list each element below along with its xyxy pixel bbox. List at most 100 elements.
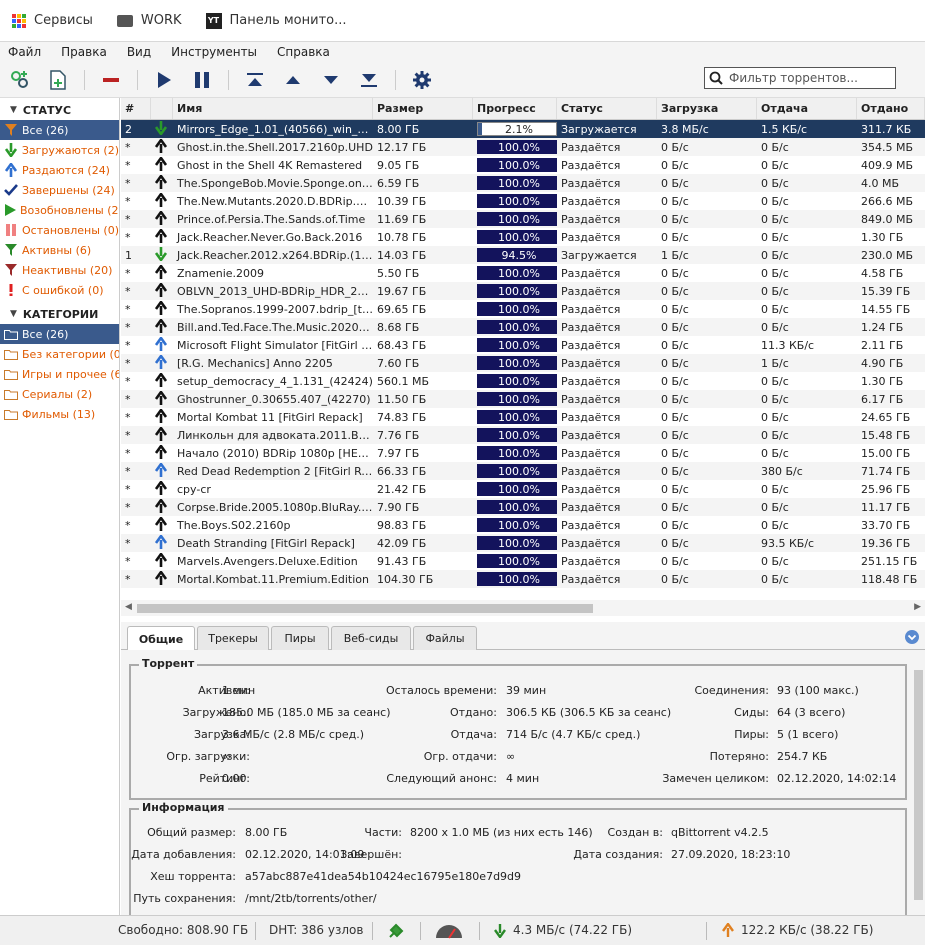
pause-button[interactable] <box>190 68 214 92</box>
detail-value[interactable]: 02.12.2020, 14:02:14 <box>777 772 896 785</box>
detail-value[interactable]: 93 (100 макс.) <box>777 684 859 697</box>
delete-torrent-button[interactable] <box>99 68 123 92</box>
detail-value[interactable]: 39 мин <box>506 684 546 697</box>
bookmark-work[interactable]: WORK <box>116 13 182 28</box>
status-filter-item[interactable]: Загружаются (2) <box>0 140 119 160</box>
table-row[interactable]: * Mortal.Kombat.11.Premium.Edition 104.3… <box>121 570 925 588</box>
table-row[interactable]: * Prince.of.Persia.The.Sands.of.Time 11.… <box>121 210 925 228</box>
filter-input[interactable] <box>729 71 889 85</box>
table-row[interactable]: * Ghost in the Shell 4K Remastered 9.05 … <box>121 156 925 174</box>
category-item[interactable]: Все (26) <box>0 324 119 344</box>
table-row[interactable]: * Линкольн для адвоката.2011.BDRip 7.76 … <box>121 426 925 444</box>
table-row[interactable]: * Corpse.Bride.2005.1080p.BluRay.x264 7.… <box>121 498 925 516</box>
table-row[interactable]: * Marvels.Avengers.Deluxe.Edition 91.43 … <box>121 552 925 570</box>
table-row[interactable]: * The.Sopranos.1999-2007.bdrip_[teko] 69… <box>121 300 925 318</box>
tab-files[interactable]: Файлы <box>413 626 477 650</box>
table-row[interactable]: * [R.G. Mechanics] Anno 2205 7.60 ГБ 100… <box>121 354 925 372</box>
detail-value[interactable]: 27.09.2020, 18:23:10 <box>671 848 790 861</box>
column-header-download[interactable]: Загрузка <box>657 98 757 119</box>
tab-webseeds[interactable]: Веб-сиды <box>331 626 411 650</box>
column-header-direction[interactable] <box>151 98 173 119</box>
details-vertical-scrollbar[interactable] <box>912 668 925 915</box>
detail-value[interactable]: 306.5 КБ (306.5 КБ за сеанс) <box>506 706 671 719</box>
category-item[interactable]: Без категории (0) <box>0 344 119 364</box>
table-row[interactable]: * Death Stranding [FitGirl Repack] 42.09… <box>121 534 925 552</box>
collapse-panel-icon[interactable] <box>905 630 919 644</box>
move-bottom-button[interactable] <box>357 68 381 92</box>
detail-value[interactable]: 1 мин <box>222 684 255 697</box>
tab-trackers[interactable]: Трекеры <box>197 626 269 650</box>
table-row[interactable]: * OBLVN_2013_UHD-BDRip_HDR_2160p 19.67 Г… <box>121 282 925 300</box>
table-row[interactable]: 1 Jack.Reacher.2012.x264.BDRip.(1080p) 1… <box>121 246 925 264</box>
table-row[interactable]: * Red Dead Redemption 2 [FitGirl Repack]… <box>121 462 925 480</box>
table-row[interactable]: * Bill.and.Ted.Face.The.Music.2020.BDRip… <box>121 318 925 336</box>
column-header-progress[interactable]: Прогресс <box>473 98 557 119</box>
detail-value[interactable]: qBittorrent v4.2.5 <box>671 826 769 839</box>
table-row[interactable]: * Znamenie.2009 5.50 ГБ 100.0% Раздаётся… <box>121 264 925 282</box>
table-row[interactable]: * The.SpongeBob.Movie.Sponge.on.the.Run … <box>121 174 925 192</box>
detail-value[interactable]: ∞ <box>506 750 515 763</box>
move-up-button[interactable] <box>281 68 305 92</box>
status-header[interactable]: ▼ СТАТУС <box>0 100 119 120</box>
column-header-uploaded[interactable]: Отдано <box>857 98 925 119</box>
speed-limit-icon[interactable] <box>434 923 464 939</box>
detail-value[interactable]: 0.00 <box>222 772 247 785</box>
column-header-status[interactable]: Статус <box>557 98 657 119</box>
column-header-name[interactable]: Имя <box>173 98 373 119</box>
menu-tools[interactable]: Инструменты <box>171 45 257 59</box>
table-row[interactable]: * The.Boys.S02.2160p 98.83 ГБ 100.0% Раз… <box>121 516 925 534</box>
detail-value[interactable]: 185.0 МБ (185.0 МБ за сеанс) <box>222 706 391 719</box>
table-row[interactable]: 2 Mirrors_Edge_1.01_(40566)_win_gog 8.00… <box>121 120 925 138</box>
options-button[interactable] <box>410 68 434 92</box>
add-torrent-link-button[interactable] <box>8 68 32 92</box>
status-filter-item[interactable]: Остановлены (0) <box>0 220 119 240</box>
status-filter-item[interactable]: Неактивны (20) <box>0 260 119 280</box>
table-row[interactable]: * setup_democracy_4_1.131_(42424) 560.1 … <box>121 372 925 390</box>
table-row[interactable]: * Mortal Kombat 11 [FitGirl Repack] 74.8… <box>121 408 925 426</box>
table-row[interactable]: * Ghostrunner_0.30655.407_(42270) 11.50 … <box>121 390 925 408</box>
detail-value[interactable]: 5 (1 всего) <box>777 728 838 741</box>
status-filter-item[interactable]: Возобновлены (26) <box>0 200 119 220</box>
status-filter-item[interactable]: Активны (6) <box>0 240 119 260</box>
resume-button[interactable] <box>152 68 176 92</box>
detail-value[interactable]: 254.7 КБ <box>777 750 827 763</box>
horizontal-scrollbar[interactable]: ◀ ▶ <box>121 600 925 616</box>
table-row[interactable]: * Ghost.in.the.Shell.2017.2160p.UHD 12.1… <box>121 138 925 156</box>
scrollbar-thumb[interactable] <box>914 670 923 900</box>
table-row[interactable]: * The.New.Mutants.2020.D.BDRip.1080p 10.… <box>121 192 925 210</box>
scroll-right-icon[interactable]: ▶ <box>914 602 921 612</box>
detail-value[interactable]: ∞ <box>222 750 231 763</box>
detail-value[interactable]: 64 (3 всего) <box>777 706 845 719</box>
add-torrent-file-button[interactable] <box>46 68 70 92</box>
bookmark-monitor-panel[interactable]: YT Панель монито... <box>205 12 347 29</box>
table-row[interactable]: * cpy-cr 21.42 ГБ 100.0% Раздаётся 0 Б/с… <box>121 480 925 498</box>
scroll-left-icon[interactable]: ◀ <box>125 602 132 612</box>
category-item[interactable]: Сериалы (2) <box>0 384 119 404</box>
table-row[interactable]: * Microsoft Flight Simulator [FitGirl Re… <box>121 336 925 354</box>
scrollbar-thumb[interactable] <box>137 604 593 613</box>
column-header-queue[interactable]: # <box>121 98 151 119</box>
detail-value[interactable]: 714 Б/с (4.7 КБ/с сред.) <box>506 728 640 741</box>
menu-view[interactable]: Вид <box>127 45 151 59</box>
detail-value[interactable]: 4 мин <box>506 772 539 785</box>
connection-status-icon[interactable] <box>387 922 405 940</box>
category-item[interactable]: Фильмы (13) <box>0 404 119 424</box>
detail-value[interactable]: a57abc887e41dea54b10424ec16795e180e7d9d9 <box>245 870 521 883</box>
status-filter-item[interactable]: Все (26) <box>0 120 119 140</box>
detail-value[interactable]: 8200 x 1.0 МБ (из них есть 146) <box>410 826 593 839</box>
bookmark-services[interactable]: Сервисы <box>12 13 93 28</box>
status-filter-item[interactable]: С ошибкой (0) <box>0 280 119 300</box>
table-row[interactable]: * Начало (2010) BDRip 1080p [HEVC] 7.97 … <box>121 444 925 462</box>
status-filter-item[interactable]: Раздаются (24) <box>0 160 119 180</box>
menu-help[interactable]: Справка <box>277 45 330 59</box>
column-header-upload[interactable]: Отдача <box>757 98 857 119</box>
detail-value[interactable]: /mnt/2tb/torrents/other/ <box>245 892 377 905</box>
table-row[interactable]: * Jack.Reacher.Never.Go.Back.2016 10.78 … <box>121 228 925 246</box>
tab-general[interactable]: Общие <box>127 626 195 651</box>
category-item[interactable]: Игры и прочее (6) <box>0 364 119 384</box>
tab-peers[interactable]: Пиры <box>271 626 329 650</box>
move-top-button[interactable] <box>243 68 267 92</box>
menu-edit[interactable]: Правка <box>61 45 107 59</box>
menu-file[interactable]: Файл <box>8 45 41 59</box>
move-down-button[interactable] <box>319 68 343 92</box>
